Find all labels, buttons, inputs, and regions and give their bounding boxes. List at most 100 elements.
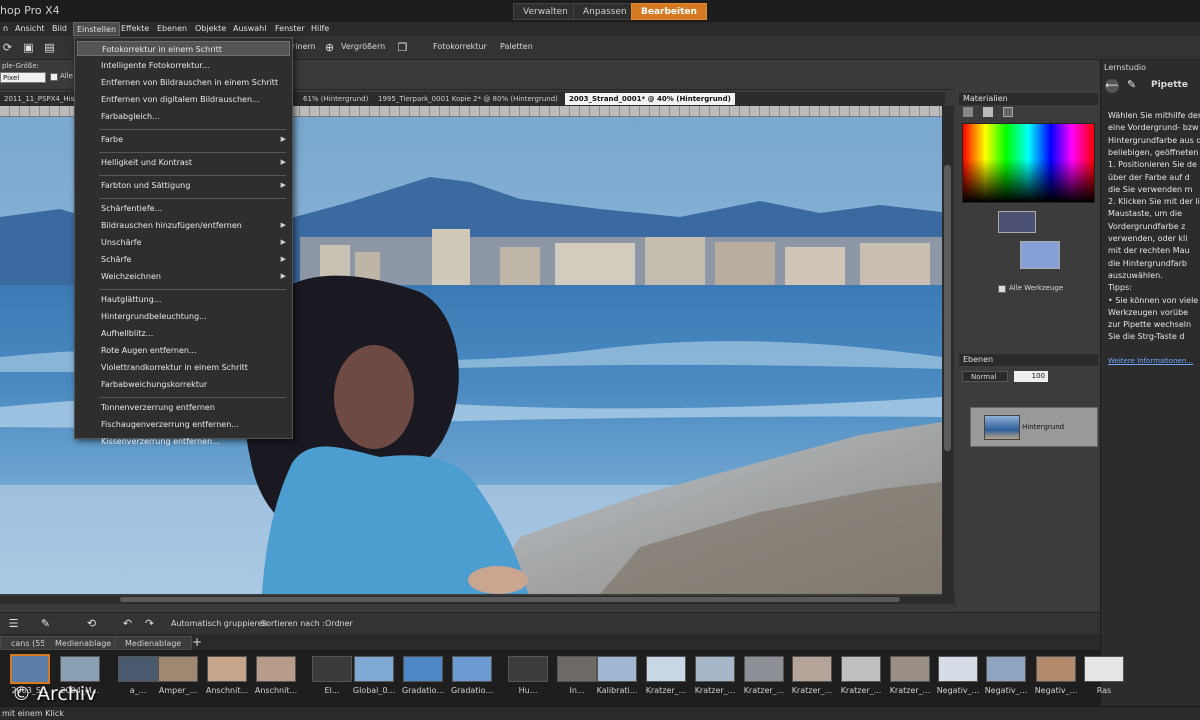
zoom-out-label[interactable]: rinern (292, 42, 316, 51)
thumbnail[interactable] (207, 656, 247, 682)
horizontal-scroll-thumb[interactable] (120, 597, 900, 602)
add-tab-icon[interactable]: + (192, 635, 202, 649)
doc-tab-hintergrund[interactable]: 61% (Hintergrund) (299, 93, 372, 105)
share-icon[interactable]: ⟲ (84, 616, 99, 631)
sort-by-select[interactable]: Ordner (325, 619, 353, 628)
thumbnail[interactable] (557, 656, 597, 682)
blend-mode-select[interactable]: Normal (962, 371, 1008, 382)
menu-item-farbton-und-sättigung[interactable]: Farbton und Sättigung ▶ (77, 178, 290, 193)
list-view-icon[interactable]: ☰ (6, 616, 21, 631)
thumbnail[interactable] (695, 656, 735, 682)
menu-item-unschärfe[interactable]: Unschärfe ▶ (77, 235, 290, 250)
all-layers-checkbox[interactable] (50, 73, 58, 81)
edit-icon[interactable]: ✎ (38, 616, 53, 631)
thumbnail[interactable] (1084, 656, 1124, 682)
all-tools-checkbox[interactable] (998, 285, 1006, 293)
thumbnail[interactable] (792, 656, 832, 682)
rainbow-tab-icon[interactable] (983, 107, 993, 117)
menu-ansicht[interactable]: Ansicht (12, 22, 48, 36)
mode-tab-anpassen[interactable]: Anpassen (573, 3, 637, 20)
zoom-in-icon[interactable]: ⊕ (322, 40, 337, 55)
menu-effekte[interactable]: Effekte (118, 22, 152, 36)
menu-item-entfernen-von-digitalem-bildrauschen[interactable]: Entfernen von digitalem Bildrauschen... (77, 92, 290, 107)
thumbnail[interactable] (890, 656, 930, 682)
menu-hilfe[interactable]: Hilfe (308, 22, 332, 36)
thumbnail-label: Ras (1096, 686, 1112, 695)
menu-item-bildrauschen-hinzufügen-entfernen[interactable]: Bildrauschen hinzufügen/entfernen ▶ (77, 218, 290, 233)
menu-item-kissenverzerrung-entfernen[interactable]: Kissenverzerrung entfernen... (77, 434, 290, 449)
menu-objekte[interactable]: Objekte (192, 22, 229, 36)
thumbnail-label: Kratzer_... (743, 686, 785, 695)
menu-item-weichzeichnen[interactable]: Weichzeichnen ▶ (77, 269, 290, 284)
color-spectrum-picker[interactable] (962, 123, 1095, 203)
mode-tab-bearbeiten[interactable]: Bearbeiten (631, 3, 707, 20)
background-color-swatch[interactable] (1020, 241, 1060, 269)
vertical-scroll-thumb[interactable] (944, 165, 951, 451)
menu-auswahl[interactable]: Auswahl (230, 22, 269, 36)
thumbnail[interactable] (118, 656, 158, 682)
paletten-menu[interactable]: Paletten (500, 42, 533, 51)
menu-item-schärfentiefe[interactable]: Schärfentiefe... (77, 201, 290, 216)
thumbnail[interactable] (508, 656, 548, 682)
copy-icon[interactable]: ❐ (395, 40, 410, 55)
thumbnail[interactable] (158, 656, 198, 682)
rotate-left-icon[interactable]: ↶ (120, 616, 135, 631)
rotate-right-icon[interactable]: ↷ (142, 616, 157, 631)
thumbnail[interactable] (256, 656, 296, 682)
status-text: mit einem Klick (2, 709, 64, 718)
more-info-link[interactable]: Weitere Informationen... (1108, 357, 1193, 365)
menu-item-label: Kissenverzerrung entfernen... (101, 437, 220, 446)
zoom-in-label[interactable]: Vergrößern (341, 42, 385, 51)
mode-tab-verwalten[interactable]: Verwalten (513, 3, 578, 20)
menu-ebenen[interactable]: Ebenen (154, 22, 190, 36)
menu-item-farbabgleich[interactable]: Farbabgleich... (77, 109, 290, 124)
save-as-icon[interactable]: ▤ (42, 40, 57, 55)
auto-group-button[interactable]: Automatisch gruppieren (171, 619, 268, 628)
menu-bild[interactable]: Bild (49, 22, 70, 36)
fotokorrektur-menu[interactable]: Fotokorrektur (433, 42, 487, 51)
thumbnail[interactable] (60, 656, 100, 682)
save-icon[interactable]: ▣ (21, 40, 36, 55)
menu-datei[interactable]: n (0, 22, 11, 36)
menu-item-farbe[interactable]: Farbe ▶ (77, 132, 290, 147)
menu-item-fotokorrektur-in-einem-schritt[interactable]: Fotokorrektur in einem Schritt (77, 41, 290, 56)
swatches-tab-icon[interactable] (1003, 107, 1013, 117)
thumbnail[interactable] (744, 656, 784, 682)
sample-size-select[interactable]: Pixel (0, 72, 46, 83)
open-icon[interactable]: ⟳ (0, 40, 15, 55)
foreground-color-swatch[interactable] (998, 211, 1036, 233)
tab-medienablage-1[interactable]: Medienablage (44, 636, 123, 650)
menu-item-farbabweichungskorrektur[interactable]: Farbabweichungskorrektur (77, 377, 290, 392)
menu-item-tonnenverzerrung-entfernen[interactable]: Tonnenverzerrung entfernen (77, 400, 290, 415)
doc-tab-strand[interactable]: 2003_Strand_0001* @ 40% (Hintergrund) (565, 93, 735, 105)
thumbnail[interactable] (646, 656, 686, 682)
menu-item-violettrandkorrektur-in-einem-schritt[interactable]: Violettrandkorrektur in einem Schritt (77, 360, 290, 375)
tab-medienablage-2[interactable]: Medienablage (114, 636, 193, 650)
menu-item-entfernen-von-bildrauschen-in-einem-schritt[interactable]: Entfernen von Bildrauschen in einem Schr… (77, 75, 290, 90)
menu-item-rote-augen-entfernen[interactable]: Rote Augen entfernen... (77, 343, 290, 358)
menu-item-aufhellblitz[interactable]: Aufhellblitz... (77, 326, 290, 341)
thumbnail[interactable] (354, 656, 394, 682)
thumbnail[interactable] (10, 654, 50, 684)
menu-item-hintergrundbeleuchtung[interactable]: Hintergrundbeleuchtung... (77, 309, 290, 324)
thumbnail[interactable] (403, 656, 443, 682)
thumbnail[interactable] (986, 656, 1026, 682)
opacity-input[interactable]: 100 (1014, 371, 1048, 382)
doc-tab-histo[interactable]: 2011_11_PSPX4_Histo (0, 93, 85, 105)
menu-item-helligkeit-und-kontrast[interactable]: Helligkeit und Kontrast ▶ (77, 155, 290, 170)
menu-item-fischaugenverzerrung-entfernen[interactable]: Fischaugenverzerrung entfernen... (77, 417, 290, 432)
menu-item-intelligente-fotokorrektur[interactable]: Intelligente Fotokorrektur... (77, 58, 290, 73)
menu-item-schärfe[interactable]: Schärfe ▶ (77, 252, 290, 267)
back-arrow-icon[interactable]: ⟵ (1105, 79, 1119, 93)
thumbnail[interactable] (452, 656, 492, 682)
menu-fenster[interactable]: Fenster (272, 22, 308, 36)
thumbnail[interactable] (1036, 656, 1076, 682)
palette-tab-icon[interactable] (963, 107, 973, 117)
thumbnail[interactable] (938, 656, 978, 682)
menu-item-hautglättung[interactable]: Hautglättung... (77, 292, 290, 307)
menu-einstellen[interactable]: Einstellen (73, 22, 121, 36)
thumbnail[interactable] (312, 656, 352, 682)
thumbnail[interactable] (841, 656, 881, 682)
thumbnail[interactable] (597, 656, 637, 682)
doc-tab-tierpark[interactable]: 1995_Tierpark_0001 Kopie 2* @ 80% (Hinte… (374, 93, 562, 105)
